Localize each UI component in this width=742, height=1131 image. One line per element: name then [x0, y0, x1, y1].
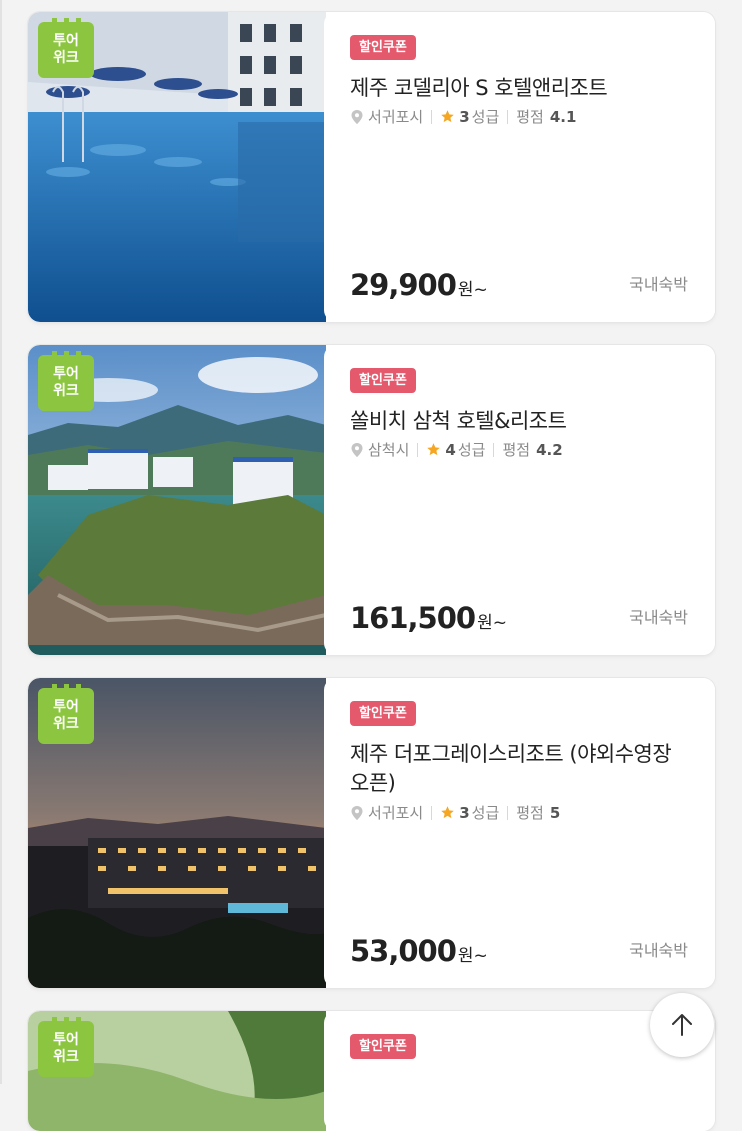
listing-meta: 서귀포시 3 성급 평점 5 [350, 802, 560, 823]
listing-title[interactable]: 쏠비치 삼척 호텔&리조트 [350, 407, 680, 436]
listing-price: 53,000 원~ [350, 934, 488, 968]
badge-notch [64, 1017, 69, 1022]
listing-category: 국내숙박 [629, 608, 688, 627]
listing-list: 투어 위크 할인쿠폰 제주 코델리아 S 호텔앤리조트 서귀포시 3 성급 평점… [28, 12, 715, 1131]
listing-meta: 서귀포시 3 성급 평점 4.1 [350, 106, 576, 127]
star-icon [441, 110, 454, 123]
star-icon [441, 806, 454, 819]
grade-unit: 성급 [457, 441, 486, 459]
grade-unit: 성급 [471, 108, 500, 126]
badge-notch [76, 351, 81, 356]
listing-card[interactable]: 투어 위크 할인쿠폰 [28, 1011, 715, 1131]
badge-notch [76, 684, 81, 689]
map-pin-icon [351, 109, 363, 124]
listing-location: 서귀포시 [368, 804, 424, 822]
badge-line2: 위크 [53, 1049, 79, 1065]
score-value: 4.2 [536, 440, 563, 459]
tourweek-badge: 투어 위크 [38, 18, 94, 78]
badge-line1: 투어 [53, 699, 79, 715]
score-value: 5 [549, 803, 561, 822]
map-pin-icon [351, 442, 363, 457]
scroll-to-top-button[interactable] [650, 993, 714, 1057]
price-unit: 원~ [477, 613, 507, 633]
price-value: 29,900 [350, 268, 457, 302]
grade-unit: 성급 [471, 804, 500, 822]
listing-card[interactable]: 투어 위크 할인쿠폰 제주 코델리아 S 호텔앤리조트 서귀포시 3 성급 평점… [28, 12, 715, 322]
tourweek-badge: 투어 위크 [38, 351, 94, 411]
tourweek-badge: 투어 위크 [38, 684, 94, 744]
coupon-badge: 할인쿠폰 [350, 35, 416, 60]
listing-info: 할인쿠폰 제주 더포그레이스리조트 (야외수영장 오픈) 서귀포시 3 성급 평… [324, 678, 715, 988]
badge-notch [52, 1017, 57, 1022]
map-pin-icon [351, 805, 363, 820]
badge-notch [76, 1017, 81, 1022]
price-value: 53,000 [350, 934, 457, 968]
badge-notch [52, 18, 57, 23]
page-edge [0, 0, 2, 1084]
badge-line1: 투어 [53, 1032, 79, 1048]
listing-category: 국내숙박 [629, 275, 688, 294]
listing-info: 할인쿠폰 쏠비치 삼척 호텔&리조트 삼척시 4 성급 평점 4.2 161,5… [324, 345, 715, 655]
star-icon [427, 443, 441, 456]
listing-title[interactable]: 제주 코델리아 S 호텔앤리조트 [350, 74, 680, 103]
divider [431, 109, 433, 124]
listing-photo[interactable]: 투어 위크 [28, 12, 326, 322]
listing-price: 29,900 원~ [350, 268, 488, 302]
badge-line1: 투어 [53, 33, 79, 49]
badge-notch [52, 684, 57, 689]
listing-category: 국내숙박 [629, 941, 688, 960]
tourweek-badge: 투어 위크 [38, 1017, 94, 1077]
listing-price: 161,500 원~ [350, 601, 507, 635]
price-unit: 원~ [457, 280, 488, 300]
badge-line1: 투어 [53, 366, 79, 382]
listing-location: 서귀포시 [368, 108, 424, 126]
coupon-badge: 할인쿠폰 [350, 368, 416, 393]
badge-notch [64, 18, 69, 23]
grade-number: 4 [445, 440, 456, 459]
divider [417, 442, 419, 457]
listing-card[interactable]: 투어 위크 할인쿠폰 쏠비치 삼척 호텔&리조트 삼척시 4 성급 평점 4.2… [28, 345, 715, 655]
divider [431, 805, 433, 820]
badge-notch [64, 351, 69, 356]
price-value: 161,500 [350, 601, 476, 635]
coupon-badge: 할인쿠폰 [350, 701, 416, 726]
listing-title[interactable]: 제주 더포그레이스리조트 (야외수영장 오픈) [350, 740, 680, 798]
grade-number: 3 [459, 803, 470, 822]
score-label: 평점 [516, 108, 544, 126]
listing-photo[interactable]: 투어 위크 [28, 1011, 326, 1131]
listing-card[interactable]: 투어 위크 할인쿠폰 제주 더포그레이스리조트 (야외수영장 오픈) 서귀포시 … [28, 678, 715, 988]
badge-notch [52, 351, 57, 356]
listing-info: 할인쿠폰 제주 코델리아 S 호텔앤리조트 서귀포시 3 성급 평점 4.1 2… [324, 12, 715, 322]
grade-number: 3 [459, 107, 470, 126]
badge-line2: 위크 [53, 716, 79, 732]
score-label: 평점 [502, 441, 531, 459]
price-unit: 원~ [457, 946, 488, 966]
score-label: 평점 [516, 804, 544, 822]
score-value: 4.1 [549, 107, 577, 126]
badge-line2: 위크 [53, 50, 79, 66]
listing-location: 삼척시 [368, 441, 410, 459]
listing-photo[interactable]: 투어 위크 [28, 345, 326, 655]
badge-line2: 위크 [53, 383, 79, 399]
divider [507, 805, 509, 820]
badge-notch [64, 684, 69, 689]
arrow-up-icon [672, 1014, 692, 1036]
divider [493, 442, 495, 457]
divider [507, 109, 509, 124]
coupon-badge: 할인쿠폰 [350, 1034, 416, 1059]
listing-photo[interactable]: 투어 위크 [28, 678, 326, 988]
badge-notch [76, 18, 81, 23]
listing-meta: 삼척시 4 성급 평점 4.2 [350, 439, 563, 460]
